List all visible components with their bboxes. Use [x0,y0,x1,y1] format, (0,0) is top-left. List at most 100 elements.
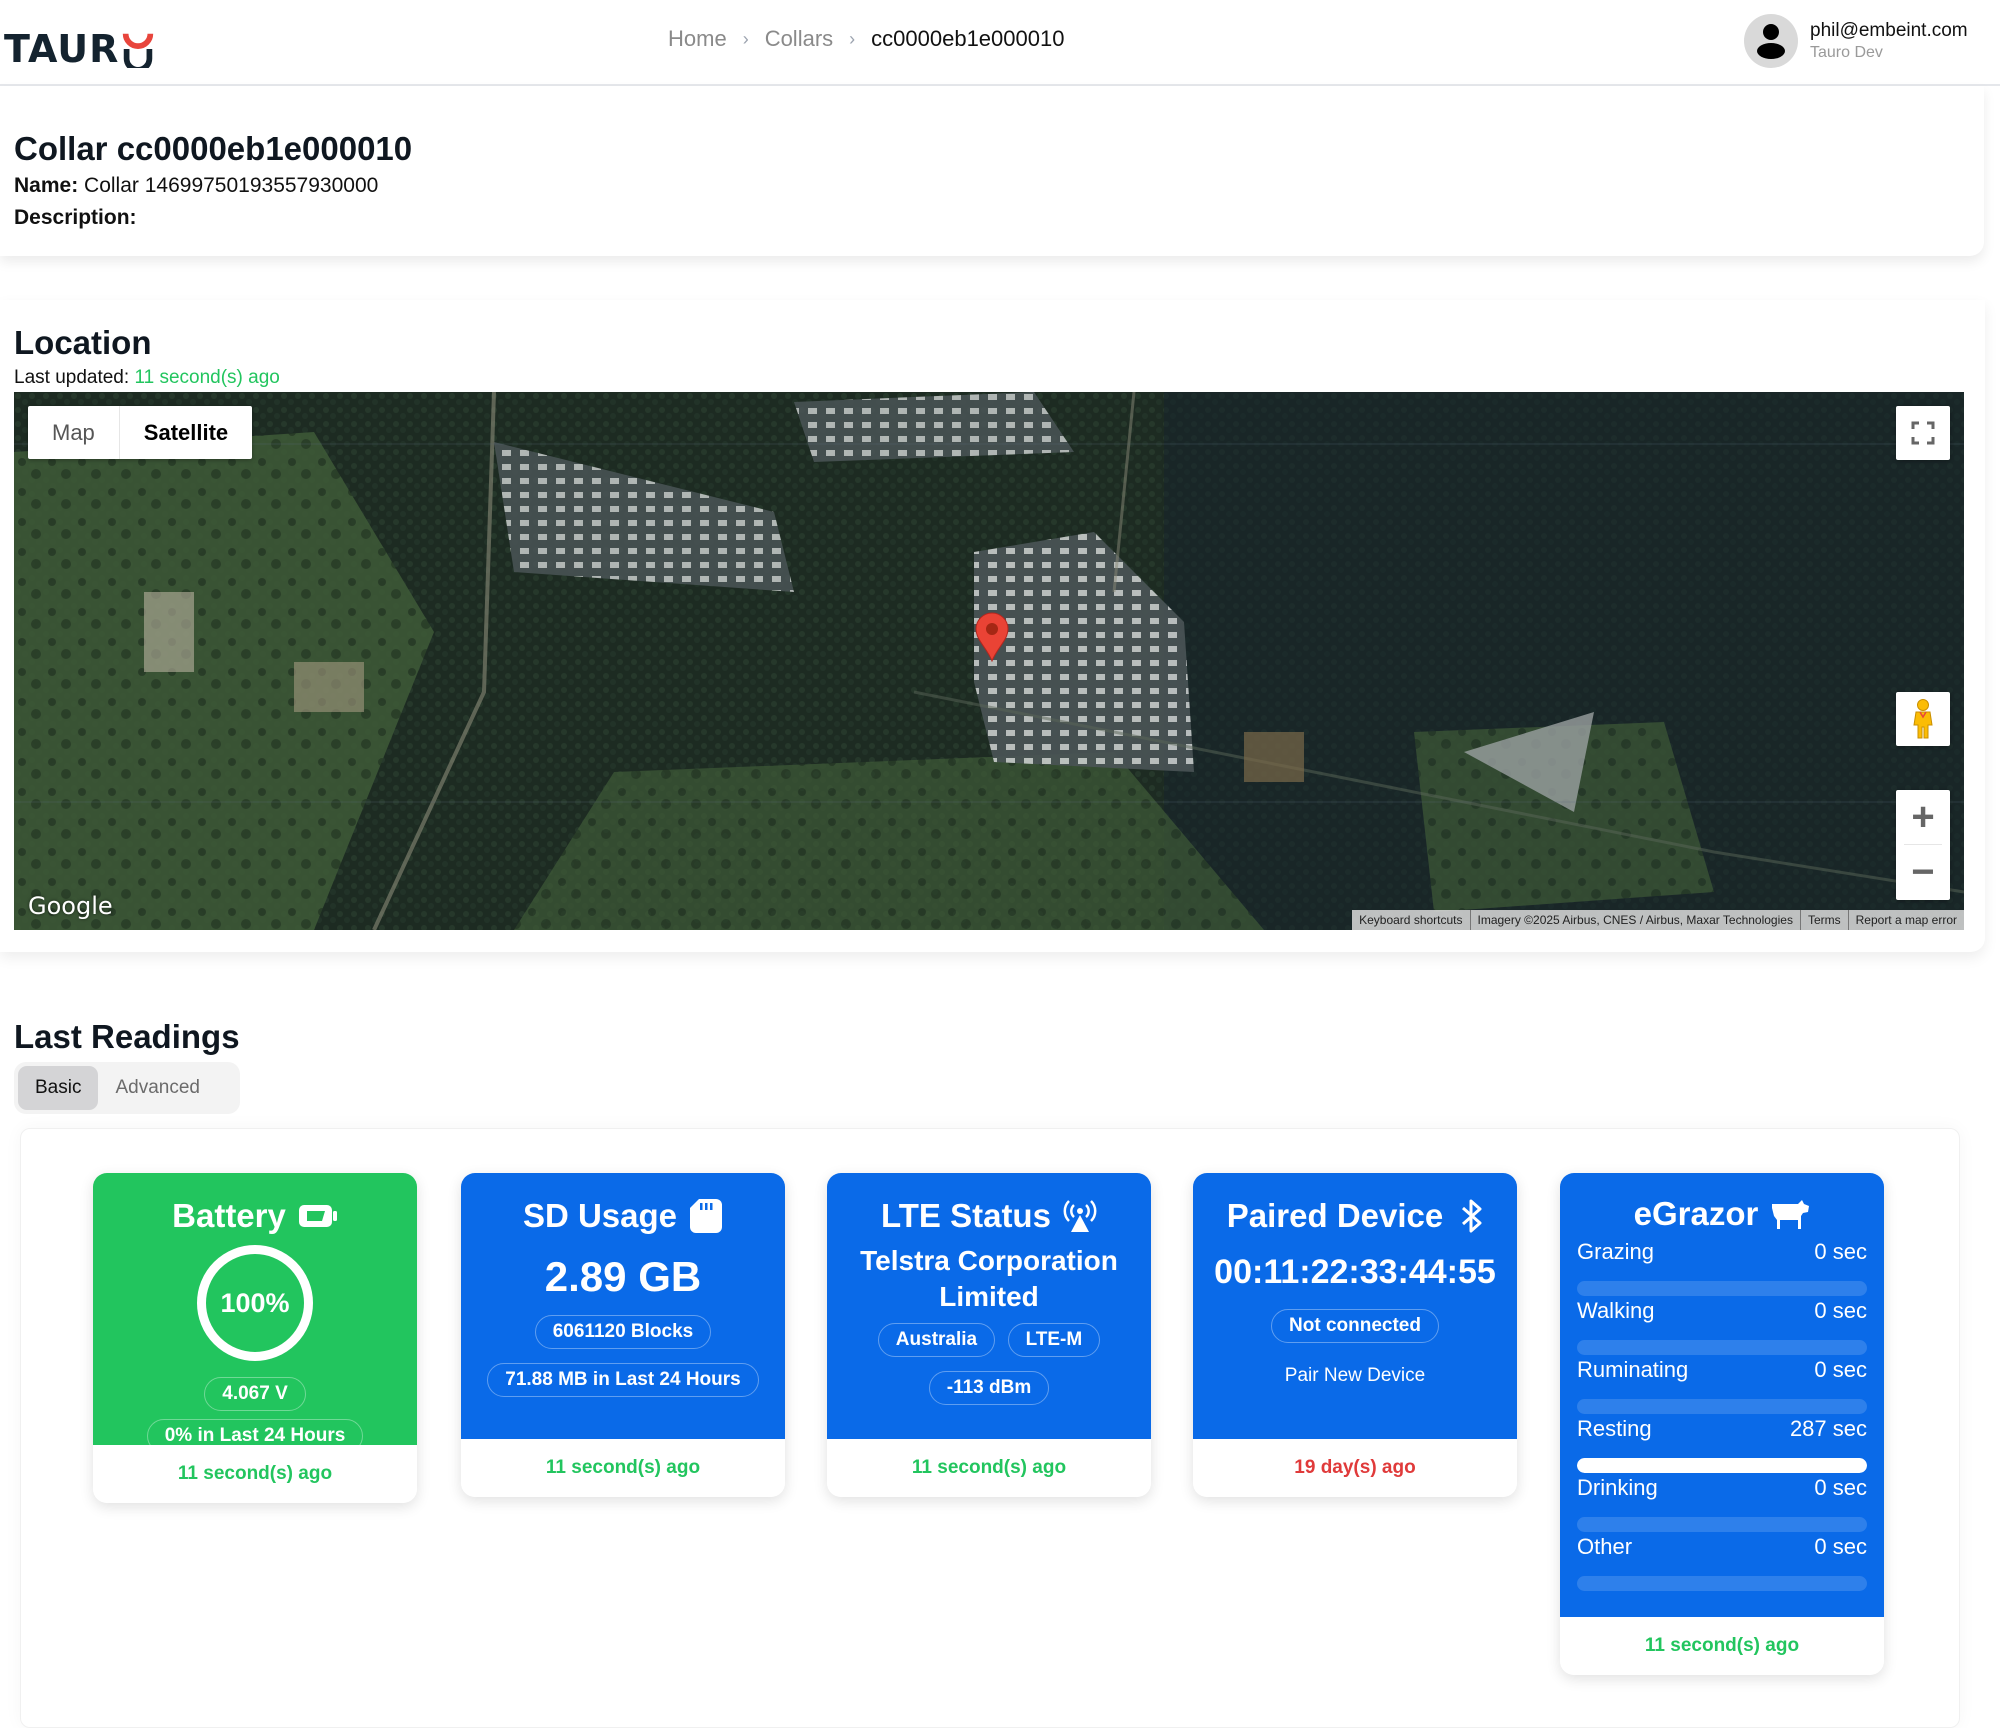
egrazor-card: eGrazor Grazing 0 sec Walking 0 sec Ruminati… [1560,1173,1884,1675]
activity-item-ruminating: Ruminating 0 sec [1560,1355,1884,1414]
activity-progress-bar [1577,1340,1867,1355]
description-label: Description: [14,206,137,229]
chevron-right-icon: › [742,28,749,49]
readings-tabs: Basic Advanced [14,1062,240,1114]
activity-label: Drinking [1577,1475,1658,1500]
paired-device-card: Paired Device 00:11:22:33:44:55 Not conn… [1193,1173,1517,1497]
user-email: phil@embeint.com [1810,20,1968,41]
fullscreen-icon [1911,421,1935,445]
avatar[interactable] [1744,14,1798,68]
user-organization: Tauro Dev [1810,44,1883,61]
activity-value: 0 sec [1814,1534,1867,1559]
battery-card: Battery 100% 4.067 V 0% in Last 24 Hours… [93,1173,417,1503]
user-icon [1757,24,1785,59]
battery-change-badge: 0% in Last 24 Hours [146,1419,364,1453]
zoom-out-button[interactable]: − [1896,845,1950,899]
activity-progress-bar [1577,1281,1867,1296]
activity-value: 0 sec [1814,1298,1867,1323]
tauro-logo[interactable]: TAUR [4,18,155,68]
activity-value: 0 sec [1814,1475,1867,1500]
lte-technology-badge: LTE-M [1007,1323,1101,1357]
sd-usage-card: SD Usage 2.89 GB 6061120 Blocks 71.88 MB… [461,1173,785,1497]
cow-icon [1772,1200,1810,1229]
tab-basic[interactable]: Basic [18,1066,99,1110]
activity-label: Ruminating [1577,1357,1689,1382]
sd-usage-updated: 11 second(s) ago [461,1439,785,1497]
lte-status-updated: 11 second(s) ago [827,1439,1151,1497]
zoom-control: + − [1896,790,1950,900]
chevron-right-icon: › [849,28,856,49]
activity-value: 0 sec [1814,1239,1867,1264]
logo-text: TAUR [4,27,120,71]
street-view-pegman[interactable] [1896,692,1950,746]
battery-icon [298,1205,337,1227]
battery-updated: 11 second(s) ago [93,1445,417,1503]
tab-advanced[interactable]: Advanced [98,1066,217,1110]
breadcrumb-home[interactable]: Home [668,26,727,52]
connection-status-badge: Not connected [1271,1309,1439,1343]
activity-progress-bar [1577,1399,1867,1414]
egrazor-updated: 11 second(s) ago [1560,1617,1884,1675]
activity-item-resting: Resting 287 sec [1560,1414,1884,1473]
battery-gauge: 100% [197,1245,313,1361]
lte-status-card: LTE Status Telstra Corporation Limited A… [827,1173,1151,1497]
activity-row: Ruminating 0 sec [1560,1355,1884,1385]
breadcrumb: Home › Collars › cc0000eb1e000010 [668,26,1064,52]
activity-progress-fill [1577,1458,1867,1473]
lte-signal-badge: -113 dBm [928,1371,1050,1405]
breadcrumb-current: cc0000eb1e000010 [871,26,1065,51]
breadcrumb-collars[interactable]: Collars [765,26,833,52]
name-value: Collar 14699750193557930000 [84,174,379,197]
zoom-in-button[interactable]: + [1896,790,1950,844]
battery-voltage-badge: 4.067 V [204,1377,306,1411]
sd-change-badge: 71.88 MB in Last 24 Hours [487,1363,759,1397]
cell-tower-icon [1063,1200,1097,1232]
terms-link[interactable]: Terms [1799,910,1848,930]
activity-label: Walking [1577,1298,1655,1323]
battery-title: Battery [172,1197,286,1234]
sd-usage-title: SD Usage [522,1197,678,1234]
activity-row: Resting 287 sec [1560,1414,1884,1444]
pair-new-device-link[interactable]: Pair New Device [1193,1365,1517,1387]
page-title: Collar cc0000eb1e000010 [14,130,413,167]
activity-row: Other 0 sec [1560,1532,1884,1562]
map-type-toggle: Map Satellite [28,406,253,459]
activity-item-walking: Walking 0 sec [1560,1296,1884,1355]
activity-progress-bar [1577,1458,1867,1473]
paired-device-mac: 00:11:22:33:44:55 [1214,1253,1496,1291]
last-updated-label: Last updated: [14,367,130,388]
location-card: Location Last updated: 11 second(s) ago [0,300,1985,952]
paired-device-updated: 19 day(s) ago [1193,1439,1517,1497]
location-marker-icon[interactable] [975,612,1009,662]
map-type-satellite-button[interactable]: Satellite [118,406,252,459]
satellite-map[interactable]: Map Satellite + − Google Keyboard shortc… [14,392,1964,930]
top-header: TAUR Home › Collars › cc0000eb1e000010 p… [0,0,2000,86]
collar-name: Name: Collar 14699750193557930000 [14,174,378,198]
activity-list: Grazing 0 sec Walking 0 sec Ruminating 0 sec R… [1560,1237,1884,1591]
last-updated-value: 11 second(s) ago [134,367,280,388]
activity-row: Grazing 0 sec [1560,1237,1884,1267]
activity-progress-bar [1577,1576,1867,1591]
google-logo: Google [28,892,113,920]
collar-info-card: Collar cc0000eb1e000010 Name: Collar 146… [0,86,1984,256]
fullscreen-button[interactable] [1896,406,1950,460]
keyboard-shortcuts-link[interactable]: Keyboard shortcuts [1352,910,1469,930]
activity-value: 287 sec [1789,1416,1867,1441]
lte-status-title: LTE Status [881,1197,1051,1234]
activity-row: Drinking 0 sec [1560,1473,1884,1503]
activity-label: Grazing [1577,1239,1655,1264]
pegman-icon [1913,699,1933,739]
collar-description: Description: [14,206,137,230]
map-type-map-button[interactable]: Map [28,406,119,459]
user-menu[interactable]: phil@embeint.com Tauro Dev [1744,14,1968,68]
activity-progress-bar [1577,1517,1867,1532]
activity-item-grazing: Grazing 0 sec [1560,1237,1884,1296]
paired-device-title: Paired Device [1226,1197,1444,1234]
name-label: Name: [14,174,79,197]
location-last-updated: Last updated: 11 second(s) ago [14,367,280,389]
battery-percent: 100% [220,1287,290,1318]
bluetooth-icon [1462,1199,1482,1233]
report-map-error-link[interactable]: Report a map error [1847,910,1964,930]
sd-usage-value: 2.89 GB [544,1253,702,1300]
imagery-credit: Imagery ©2025 Airbus, CNES / Airbus, Max… [1469,910,1800,930]
